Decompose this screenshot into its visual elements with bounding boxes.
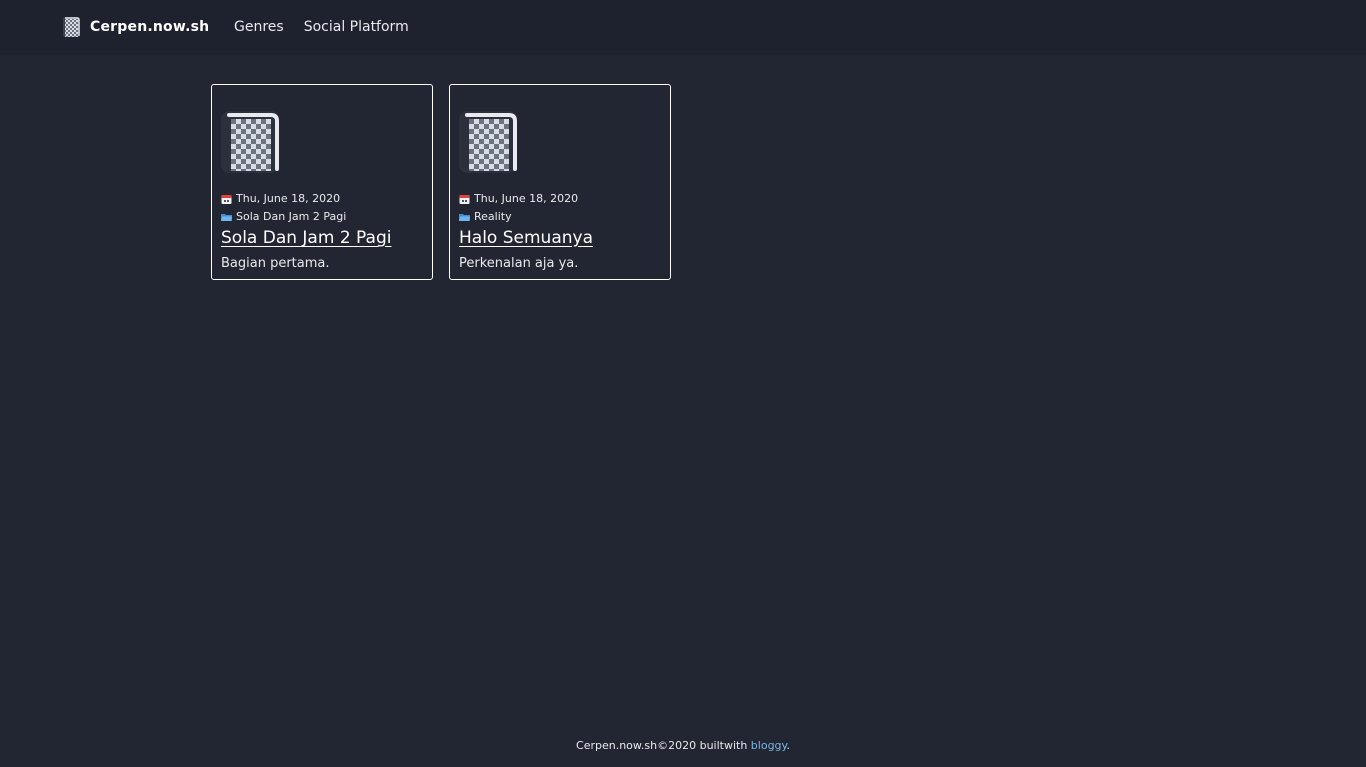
post-excerpt: Bagian pertama. — [221, 256, 330, 271]
post-title-link[interactable]: Halo Semuanya — [459, 228, 593, 248]
post-card[interactable]: Thu, June 18, 2020 Reality Halo Semuanya… — [449, 84, 671, 280]
post-date-text: Thu, June 18, 2020 — [236, 192, 341, 205]
post-genre: Sola Dan Jam 2 Pagi — [221, 210, 346, 223]
book-icon — [459, 109, 519, 173]
post-date: Thu, June 18, 2020 — [221, 192, 340, 205]
book-icon — [62, 16, 80, 38]
post-card[interactable]: Thu, June 18, 2020 Sola Dan Jam 2 Pagi S… — [211, 84, 433, 280]
calendar-icon — [459, 194, 470, 204]
folder-icon — [221, 212, 232, 222]
post-list: Thu, June 18, 2020 Sola Dan Jam 2 Pagi S… — [211, 84, 671, 280]
brand-name: Cerpen.now.sh — [90, 19, 210, 35]
footer-period: . — [786, 739, 790, 752]
main-nav: Genres Social Platform — [234, 19, 409, 35]
post-genre-text[interactable]: Sola Dan Jam 2 Pagi — [236, 210, 346, 223]
post-genre-text[interactable]: Reality — [474, 210, 512, 223]
footer-bloggy-link[interactable]: bloggy — [751, 739, 787, 752]
nav-link-social-platform[interactable]: Social Platform — [304, 19, 409, 35]
post-date-text: Thu, June 18, 2020 — [474, 192, 579, 205]
nav-link-genres[interactable]: Genres — [234, 19, 284, 35]
top-navbar: Cerpen.now.sh Genres Social Platform — [0, 0, 1366, 55]
post-genre: Reality — [459, 210, 512, 223]
post-title-link[interactable]: Sola Dan Jam 2 Pagi — [221, 228, 391, 248]
book-icon — [221, 109, 281, 173]
brand-link[interactable]: Cerpen.now.sh — [62, 16, 209, 38]
post-excerpt: Perkenalan aja ya. — [459, 256, 579, 271]
footer-text: Cerpen.now.sh©2020 builtwith — [576, 739, 751, 752]
folder-icon — [459, 212, 470, 222]
post-date: Thu, June 18, 2020 — [459, 192, 578, 205]
calendar-icon — [221, 194, 232, 204]
footer: Cerpen.now.sh©2020 builtwith bloggy. — [0, 739, 1366, 752]
